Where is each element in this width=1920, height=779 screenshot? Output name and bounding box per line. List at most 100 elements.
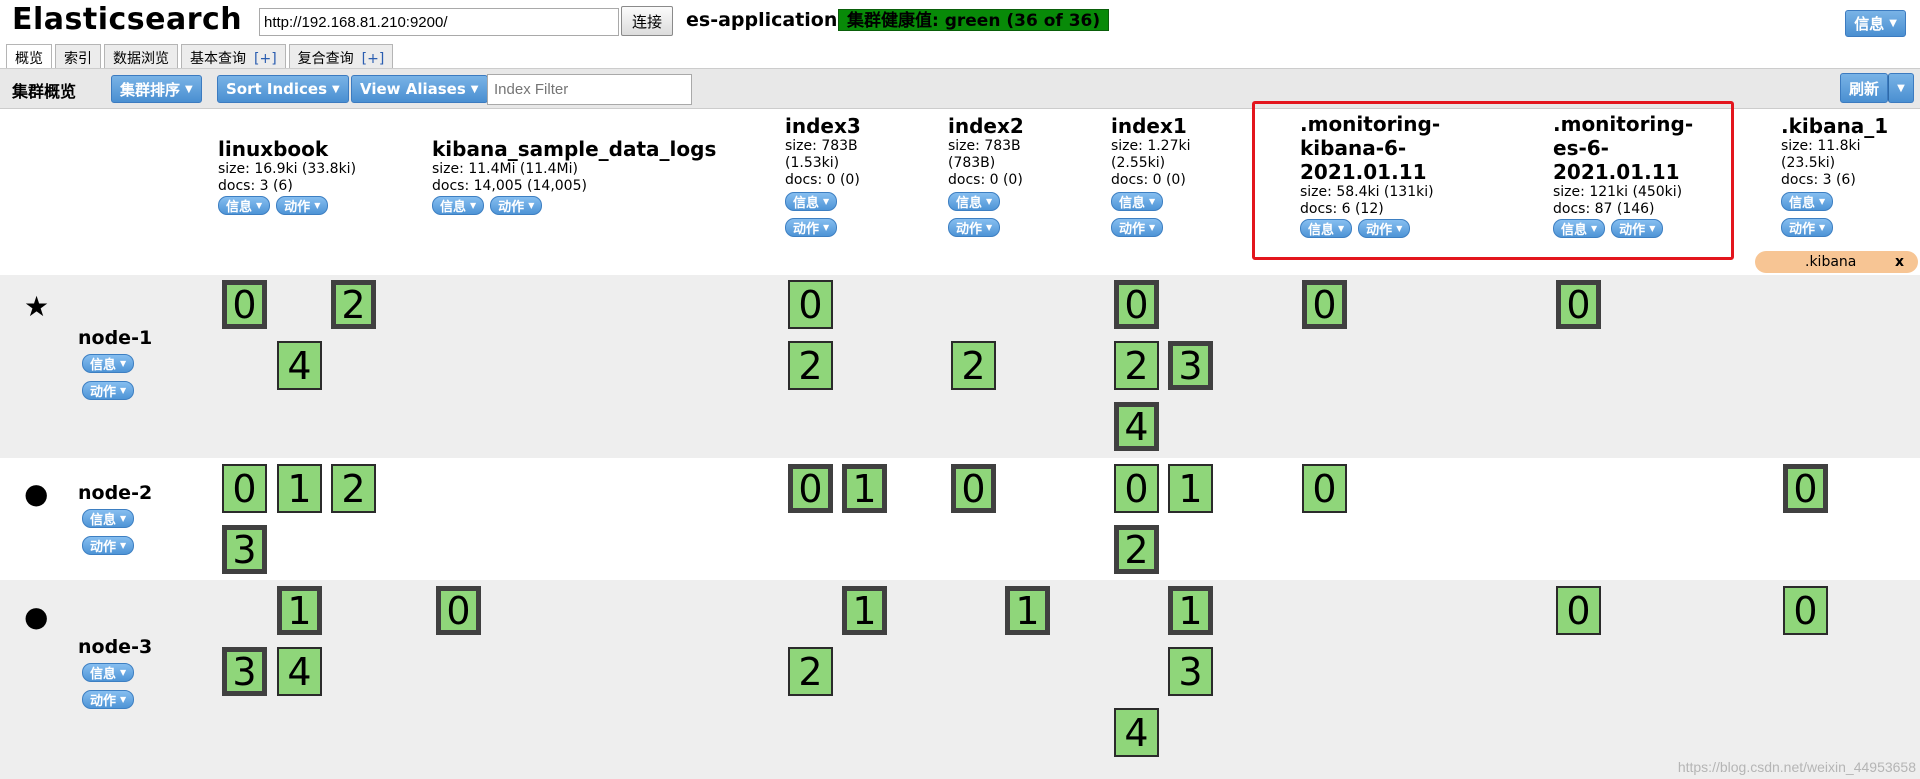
node-info-button[interactable]: 信息 ▼ xyxy=(82,354,135,373)
top-bar: Elasticsearch 连接 es-application 集群健康值: g… xyxy=(0,0,1920,44)
index-info-button[interactable]: 信息 ▼ xyxy=(432,196,485,215)
chevron-down-icon: ▼ xyxy=(986,197,993,206)
node-name: node-3 xyxy=(78,636,153,658)
shard-index1[interactable]: 3 xyxy=(1168,341,1213,390)
shard-index1[interactable]: 2 xyxy=(1114,525,1159,574)
shard-linuxbook[interactable]: 4 xyxy=(277,647,322,696)
index-action-button[interactable]: 动作 ▼ xyxy=(276,196,329,215)
watermark: https://blog.csdn.net/weixin_44953658 xyxy=(1677,759,1916,775)
node-action-button[interactable]: 动作 ▼ xyxy=(82,381,135,400)
index-name: kibana_sample_data_logs xyxy=(432,137,717,161)
shard-index3[interactable]: 1 xyxy=(842,464,887,513)
index-filter-input[interactable] xyxy=(487,74,692,105)
alias-tag-kibana[interactable]: .kibana x xyxy=(1755,251,1918,273)
shard-monitoring-es[interactable]: 0 xyxy=(1556,586,1601,635)
index-action-button[interactable]: 动作 ▼ xyxy=(948,218,1001,237)
node-action-button[interactable]: 动作 ▼ xyxy=(82,690,135,709)
shard-linuxbook[interactable]: 3 xyxy=(222,525,267,574)
node-info-button[interactable]: 信息 ▼ xyxy=(82,509,135,528)
node-action-button[interactable]: 动作 ▼ xyxy=(82,536,135,555)
shard-index1[interactable]: 2 xyxy=(1114,341,1159,390)
shard-linuxbook[interactable]: 0 xyxy=(222,464,267,513)
view-aliases-button[interactable]: View Aliases ▼ xyxy=(351,75,488,103)
node-name: node-1 xyxy=(78,327,153,349)
shard-kibana-sample-data-logs[interactable]: 0 xyxy=(436,586,481,635)
tab-compound-query[interactable]: 复合查询 [+] xyxy=(288,44,394,68)
tab-plus: [+] xyxy=(254,51,277,67)
index-header-kibana-sample-data-logs: kibana_sample_data_logs size: 11.4Mi (11… xyxy=(432,137,716,215)
sort-cluster-button[interactable]: 集群排序 ▼ xyxy=(111,75,202,103)
shard-linuxbook[interactable]: 1 xyxy=(277,464,322,513)
shard-index3[interactable]: 2 xyxy=(788,647,833,696)
connect-button[interactable]: 连接 xyxy=(621,6,673,36)
tab-label: 索引 xyxy=(64,51,92,67)
chevron-down-icon: ▼ xyxy=(185,83,193,95)
shard-linuxbook[interactable]: 3 xyxy=(222,647,267,696)
header-info-button[interactable]: 信息 ▼ xyxy=(1845,10,1906,37)
shard-index1[interactable]: 0 xyxy=(1114,280,1159,329)
cluster-health-badge: 集群健康值: green (36 of 36) xyxy=(838,9,1110,31)
shard-linuxbook[interactable]: 2 xyxy=(331,280,376,329)
shard-index3[interactable]: 1 xyxy=(842,586,887,635)
shard-kibana-1[interactable]: 0 xyxy=(1783,464,1828,513)
index-info-button[interactable]: 信息 ▼ xyxy=(948,192,1001,211)
refresh-options-button[interactable]: ▼ xyxy=(1888,73,1914,103)
shard-index3[interactable]: 0 xyxy=(788,280,833,329)
shard-monitoring-es[interactable]: 0 xyxy=(1556,280,1601,329)
index-action-button[interactable]: 动作 ▼ xyxy=(490,196,543,215)
chevron-down-icon: ▼ xyxy=(986,223,993,232)
index-action-button[interactable]: 动作 ▼ xyxy=(785,218,838,237)
shard-index2[interactable]: 2 xyxy=(951,341,996,390)
index-size: size: 16.9ki (33.8ki) xyxy=(218,161,357,177)
shard-index2[interactable]: 1 xyxy=(1005,586,1050,635)
chevron-down-icon: ▼ xyxy=(823,223,830,232)
index-action-button[interactable]: 动作 ▼ xyxy=(1781,218,1834,237)
shard-index2[interactable]: 0 xyxy=(951,464,996,513)
chevron-down-icon: ▼ xyxy=(256,201,263,210)
node-info-button[interactable]: 信息 ▼ xyxy=(82,663,135,682)
refresh-button[interactable]: 刷新 xyxy=(1839,73,1888,103)
chevron-down-icon: ▼ xyxy=(120,541,127,550)
index-size: size: 11.8ki xyxy=(1781,138,1861,154)
shard-index3[interactable]: 0 xyxy=(788,464,833,513)
button-label: 动作 xyxy=(956,222,983,237)
tab-plus: [+] xyxy=(361,51,385,67)
button-label: 信息 xyxy=(90,358,117,373)
index-name: index3 xyxy=(785,114,861,138)
index-info-button[interactable]: 信息 ▼ xyxy=(1111,192,1164,211)
shard-index1[interactable]: 1 xyxy=(1168,586,1213,635)
shard-linuxbook[interactable]: 2 xyxy=(331,464,376,513)
shard-index1[interactable]: 4 xyxy=(1114,708,1159,757)
shard-linuxbook[interactable]: 1 xyxy=(277,586,322,635)
shard-index3[interactable]: 2 xyxy=(788,341,833,390)
sort-indices-button[interactable]: Sort Indices ▼ xyxy=(217,75,349,103)
tab-overview[interactable]: 概览 xyxy=(6,44,52,69)
tab-browser[interactable]: 数据浏览 xyxy=(104,44,178,68)
index-name: .kibana_1 xyxy=(1781,114,1889,138)
chevron-down-icon: ▼ xyxy=(120,514,127,523)
shard-monitoring-kibana[interactable]: 0 xyxy=(1302,280,1347,329)
shard-index1[interactable]: 4 xyxy=(1114,402,1159,451)
shard-kibana-1[interactable]: 0 xyxy=(1783,586,1828,635)
tab-indices[interactable]: 索引 xyxy=(55,44,101,68)
url-input[interactable] xyxy=(259,8,619,36)
index-info-button[interactable]: 信息 ▼ xyxy=(785,192,838,211)
shard-index1[interactable]: 1 xyxy=(1168,464,1213,513)
close-icon[interactable]: x xyxy=(1895,251,1904,273)
node-row-node-2: ● node-2 信息 ▼ 动作 ▼ 0 1 2 3 0 1 0 0 1 2 0 0 xyxy=(0,458,1920,580)
shard-monitoring-kibana[interactable]: 0 xyxy=(1302,464,1347,513)
shard-linuxbook[interactable]: 0 xyxy=(222,280,267,329)
tab-basic-query[interactable]: 基本查询 [+] xyxy=(181,44,286,68)
button-label: 动作 xyxy=(1119,222,1146,237)
button-label: 信息 xyxy=(1119,196,1146,211)
button-label: 动作 xyxy=(90,694,117,709)
button-label: 信息 xyxy=(1789,196,1816,211)
shard-linuxbook[interactable]: 4 xyxy=(277,341,322,390)
shard-index1[interactable]: 3 xyxy=(1168,647,1213,696)
cluster-name: es-application xyxy=(686,9,838,31)
index-info-button[interactable]: 信息 ▼ xyxy=(1781,192,1834,211)
circle-icon: ● xyxy=(24,600,49,633)
index-action-button[interactable]: 动作 ▼ xyxy=(1111,218,1164,237)
index-info-button[interactable]: 信息 ▼ xyxy=(218,196,271,215)
shard-index1[interactable]: 0 xyxy=(1114,464,1159,513)
